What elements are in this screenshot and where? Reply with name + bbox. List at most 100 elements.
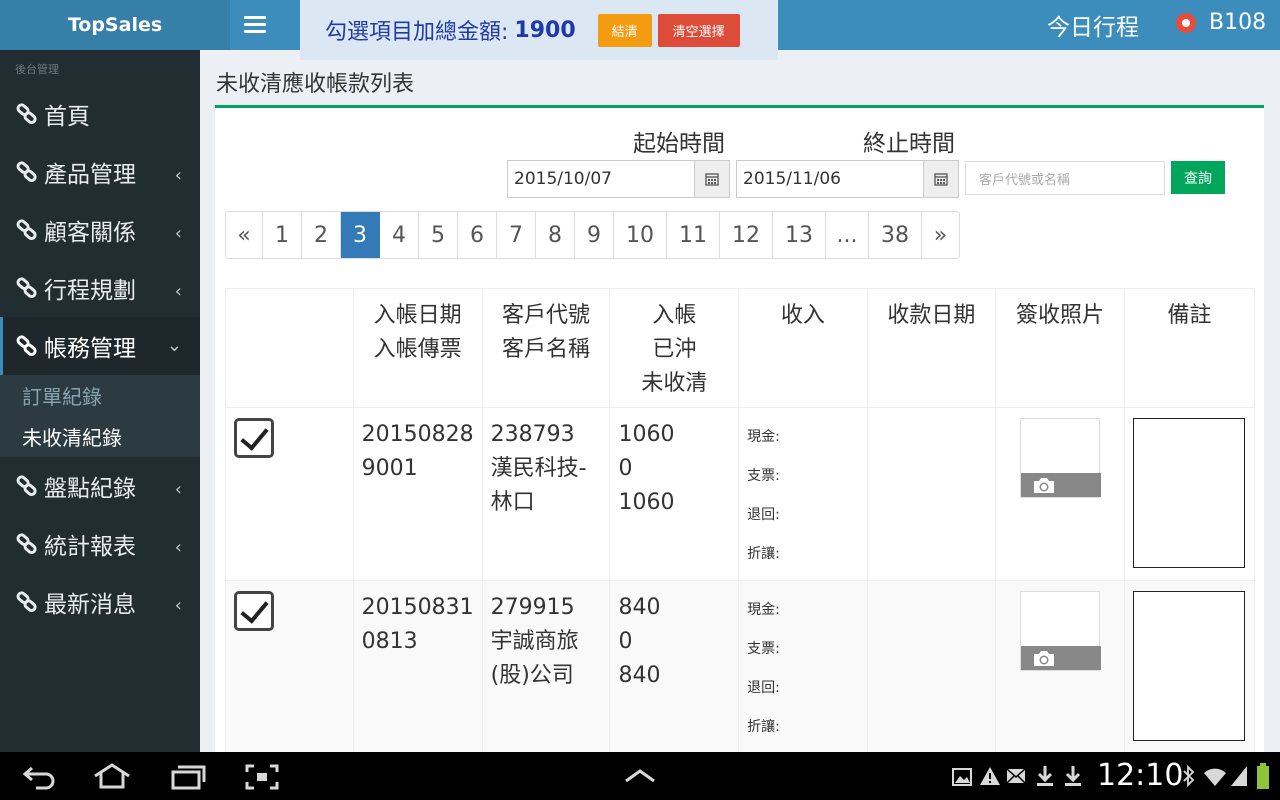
- header-text: 客戶代號: [502, 303, 591, 328]
- start-date-label: 起始時間: [633, 131, 725, 157]
- settle-button[interactable]: 結清: [597, 13, 652, 47]
- page-link[interactable]: 1: [263, 212, 302, 258]
- page-link[interactable]: 10: [614, 212, 667, 258]
- amount-entered: 840: [618, 595, 661, 620]
- sidebar-subitem-unpaid[interactable]: 未收清紀錄: [0, 416, 200, 457]
- photo-upload[interactable]: [1020, 591, 1102, 671]
- pay-date-cell: [866, 580, 997, 761]
- brand-logo[interactable]: TopSales: [0, 0, 230, 50]
- sidebar-item-label: 帳務管理: [44, 336, 136, 362]
- end-date-label: 終止時間: [863, 131, 955, 157]
- header-pay-date: 收款日期: [866, 288, 997, 408]
- user-menu[interactable]: B108: [1176, 10, 1266, 35]
- sum-label: 勾選項目加總金額:: [325, 20, 509, 45]
- page-link[interactable]: 2: [302, 212, 341, 258]
- chevron-up-icon[interactable]: [624, 768, 656, 784]
- customer-code: 279915: [490, 595, 575, 620]
- page-link[interactable]: 13: [773, 212, 826, 258]
- image-notification-icon: [952, 768, 972, 786]
- date-cell: 20150831 0813: [352, 580, 483, 761]
- back-icon[interactable]: [22, 764, 56, 790]
- screenshot-icon[interactable]: [245, 764, 279, 790]
- header-income: 收入: [738, 288, 868, 408]
- page-title: 未收清應收帳款列表: [216, 72, 415, 97]
- page-prev[interactable]: «: [226, 212, 263, 258]
- link-icon: [16, 103, 37, 124]
- page-link[interactable]: 12: [720, 212, 773, 258]
- sidebar-item-inventory[interactable]: 盤點紀錄 ‹: [0, 457, 200, 515]
- row-checkbox[interactable]: [234, 591, 274, 631]
- note-textarea[interactable]: [1132, 418, 1245, 568]
- link-icon: [16, 475, 37, 496]
- sidebar-header: 後台管理: [15, 63, 59, 76]
- calendar-icon[interactable]: [694, 161, 729, 197]
- page-next[interactable]: »: [922, 212, 959, 258]
- link-icon: [16, 219, 37, 240]
- camera-bar: [1021, 473, 1102, 497]
- sidebar-item-news[interactable]: 最新消息 ‹: [0, 573, 200, 631]
- header-date: 入帳日期 入帳傳票: [352, 288, 483, 408]
- note-cell: [1123, 580, 1256, 761]
- amount-offset: 0: [618, 629, 633, 654]
- battery-icon: [1257, 763, 1269, 789]
- photo-upload[interactable]: [1020, 418, 1102, 498]
- table-row: 20150831 0813 279915 宇誠商旅 (股)公司 840 0 840 現金:…: [225, 580, 1256, 761]
- end-date-field[interactable]: 2015/11/06: [736, 160, 959, 198]
- page-link[interactable]: 5: [419, 212, 458, 258]
- amount-cell: 1060 0 1060: [609, 407, 740, 581]
- income-cell: 現金: 支票: 退回: 折讓:: [738, 580, 868, 761]
- sidebar-item-accounting[interactable]: 帳務管理 ⌄: [0, 317, 200, 375]
- date-cell: 20150828 9001: [352, 407, 483, 581]
- header-text: 入帳傳票: [373, 337, 462, 362]
- chevron-left-icon: ‹: [174, 537, 182, 558]
- income-label-discount: 折讓:: [747, 719, 780, 735]
- page-link[interactable]: 6: [458, 212, 497, 258]
- entry-date: 20150831: [361, 595, 474, 620]
- start-date-field[interactable]: 2015/10/07: [507, 160, 730, 198]
- accounting-submenu: 訂單紀錄 未收清紀錄: [0, 375, 200, 457]
- pay-date-cell: [866, 407, 997, 581]
- row-checkbox[interactable]: [234, 418, 274, 458]
- link-icon: [16, 161, 37, 182]
- link-icon: [16, 335, 37, 356]
- chevron-left-icon: ‹: [174, 223, 182, 244]
- income-label-cash: 現金:: [747, 429, 780, 445]
- sidebar-item-customers[interactable]: 顧客關係 ‹: [0, 201, 200, 259]
- page-link[interactable]: 8: [536, 212, 575, 258]
- camera-icon: [1034, 478, 1055, 493]
- page-link[interactable]: 7: [497, 212, 536, 258]
- link-icon: [16, 533, 37, 554]
- sidebar-item-label: 顧客關係: [44, 220, 136, 246]
- link-icon: [16, 591, 37, 612]
- sidebar-item-products[interactable]: 產品管理 ‹: [0, 143, 200, 201]
- page-link[interactable]: 38: [869, 212, 922, 258]
- user-avatar-icon: [1176, 12, 1196, 33]
- calendar-icon[interactable]: [923, 161, 958, 197]
- photo-cell: [995, 407, 1125, 581]
- recent-apps-icon[interactable]: [170, 764, 206, 790]
- sidebar-item-home[interactable]: 首頁: [0, 85, 200, 143]
- sidebar-subitem-orders[interactable]: 訂單紀錄: [0, 375, 200, 416]
- sidebar-item-reports[interactable]: 統計報表 ‹: [0, 515, 200, 573]
- header-text: 入帳日期: [373, 303, 462, 328]
- clear-selection-button[interactable]: 清空選擇: [657, 13, 740, 47]
- customer-cell: 279915 宇誠商旅 (股)公司: [481, 580, 611, 761]
- page-link-current[interactable]: 3: [341, 212, 380, 258]
- note-textarea[interactable]: [1132, 591, 1245, 741]
- customer-search-input[interactable]: 客戶代號或名稱: [965, 161, 1165, 195]
- today-schedule-link[interactable]: 今日行程: [1047, 8, 1139, 42]
- bluetooth-icon: [1183, 765, 1195, 787]
- home-icon[interactable]: [92, 762, 132, 790]
- income-label-return: 退回:: [747, 680, 780, 696]
- entry-date: 20150828: [361, 422, 474, 447]
- sidebar-toggle-button[interactable]: [230, 0, 280, 50]
- query-button[interactable]: 查詢: [1171, 161, 1225, 194]
- signal-icon: [1231, 766, 1247, 786]
- page-link[interactable]: 9: [575, 212, 614, 258]
- email-icon: [1006, 768, 1026, 784]
- page-link[interactable]: 4: [380, 212, 419, 258]
- sidebar-item-schedule[interactable]: 行程規劃 ‹: [0, 259, 200, 317]
- header-customer: 客戶代號 客戶名稱: [481, 288, 611, 408]
- page-link[interactable]: 11: [667, 212, 720, 258]
- chevron-left-icon: ‹: [174, 595, 182, 616]
